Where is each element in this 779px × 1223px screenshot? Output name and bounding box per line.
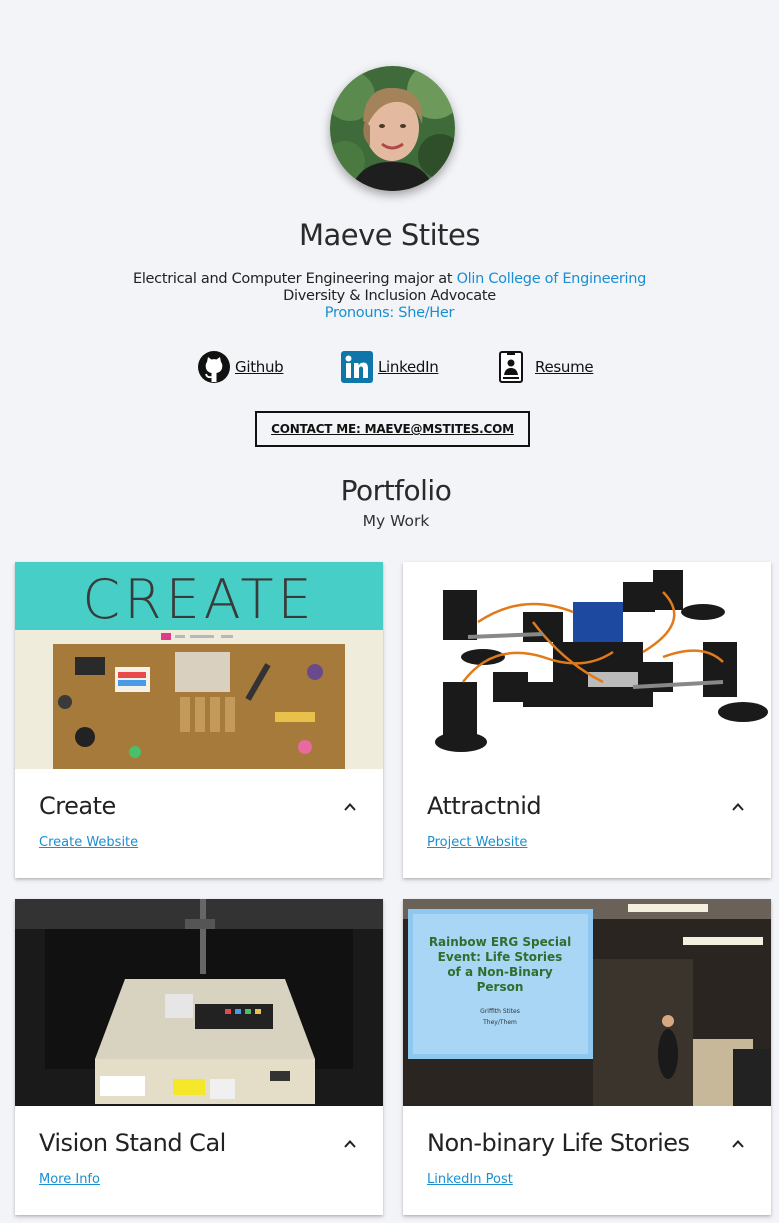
project-website-link[interactable]: Project Website [427,835,527,850]
card-title: Create [39,792,116,820]
resume-label: Resume [535,358,594,376]
portfolio-card-vision-stand-cal: Vision Stand Cal More Info [15,899,383,1215]
portfolio-card-attractnid: Attractnid Project Website [403,562,771,878]
linkedin-icon [340,350,374,384]
portfolio-subtitle: My Work [362,512,430,530]
contact-button[interactable]: CONTACT ME: MAEVE@MSTITES.COM [255,411,530,447]
github-icon [197,350,231,384]
presentation-photo[interactable]: Rainbow ERG Special Event: Life Stories of… [403,899,771,1106]
profile-tagline: Electrical and Computer Engineering majo… [0,271,779,287]
pronouns-link[interactable]: Pronouns: She/Her [0,305,779,321]
slide-name: Griffith Stites [480,1008,520,1015]
portfolio-title: Portfolio [340,474,452,507]
profile-name: Maeve Stites [298,218,481,252]
github-link[interactable]: Github [197,350,284,384]
linkedin-link[interactable]: LinkedIn [340,350,439,384]
linkedin-label: LinkedIn [378,358,439,376]
card-title: Non-binary Life Stories [427,1129,690,1157]
portfolio-card-non-binary-life-stories: Rainbow ERG Special Event: Life Stories of… [403,899,771,1215]
chevron-up-icon[interactable] [343,1137,357,1151]
slide-pronouns: They/Them [482,1019,517,1026]
portfolio-card-create: CREATE Create Create Website [15,562,383,878]
school-link[interactable]: Olin College of Engineering [457,271,647,287]
chevron-up-icon[interactable] [343,800,357,814]
chevron-up-icon[interactable] [731,1137,745,1151]
profile-role: Diversity & Inclusion Advocate [283,288,496,304]
profile-avatar [330,66,455,191]
chevron-up-icon[interactable] [731,800,745,814]
more-info-link[interactable]: More Info [39,1172,100,1187]
create-banner-text: CREATE [82,568,315,631]
resume-link[interactable]: Resume [497,350,594,384]
github-label: Github [235,358,284,376]
vision-stand-photo[interactable] [15,899,383,1106]
create-website-screenshot[interactable]: CREATE [15,562,383,769]
resume-icon [497,350,531,384]
linkedin-post-link[interactable]: LinkedIn Post [427,1172,513,1187]
card-title: Vision Stand Cal [39,1129,226,1157]
pronouns-text[interactable]: Pronouns: She/Her [325,305,455,321]
card-title: Attractnid [427,792,542,820]
tagline-text: Electrical and Computer Engineering majo… [132,271,457,287]
attractnid-robot-photo[interactable] [403,562,771,769]
create-website-link[interactable]: Create Website [39,835,138,850]
